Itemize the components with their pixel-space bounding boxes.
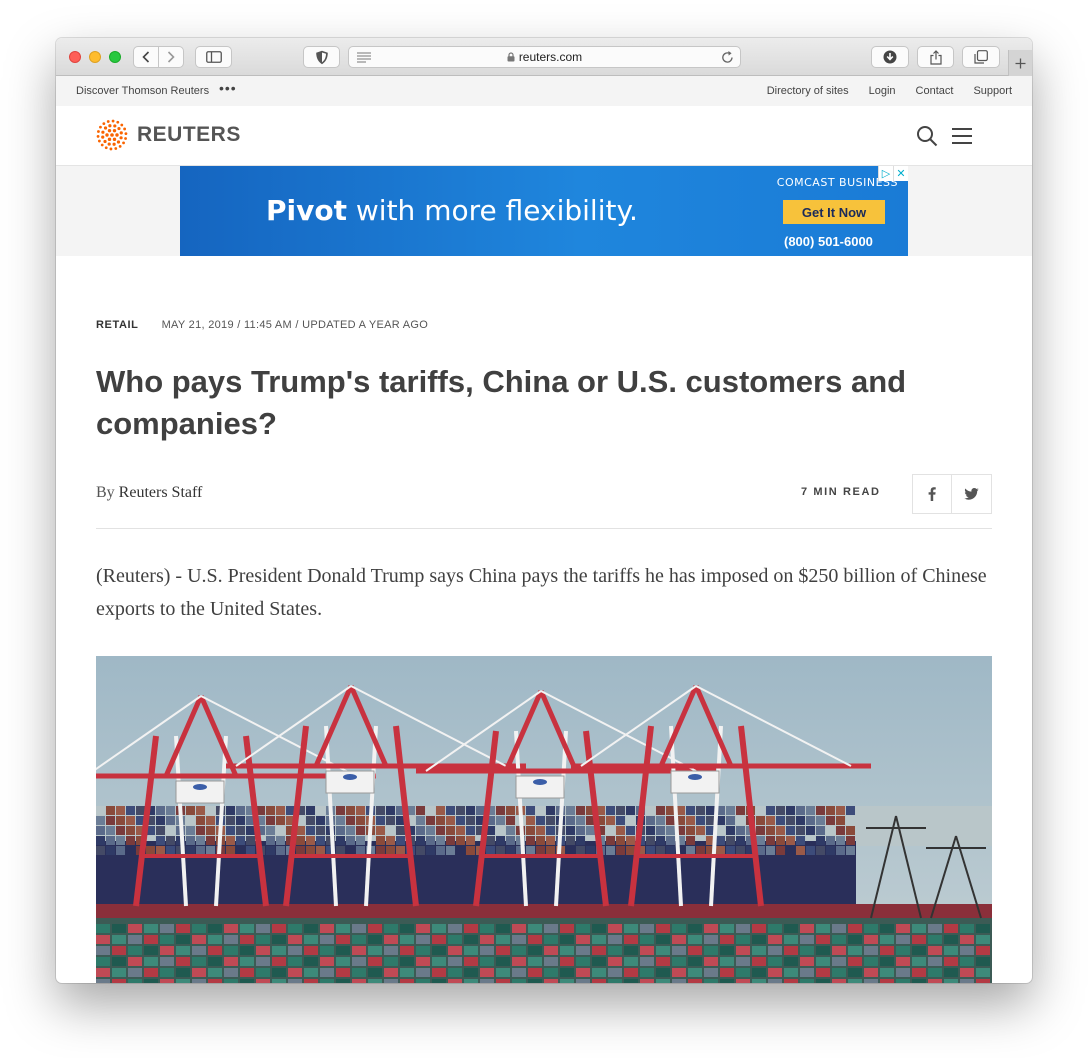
support-link[interactable]: Support	[973, 85, 1012, 97]
byline-divider	[96, 528, 992, 529]
privacy-report-button[interactable]	[303, 46, 340, 68]
menu-icon[interactable]	[952, 128, 972, 144]
article-date: MAY 21, 2019 / 11:45 AM / UPDATED A YEAR…	[161, 319, 429, 331]
byline-prefix: By	[96, 484, 119, 501]
back-button[interactable]	[133, 46, 159, 68]
byline: By Reuters Staff	[96, 484, 202, 502]
ad-zone: Pivot with more flexibility. COMCAST BUS…	[56, 166, 1032, 256]
article-lede: (Reuters) - U.S. President Donald Trump …	[96, 565, 987, 620]
twitter-icon	[964, 488, 979, 500]
new-tab-button[interactable]	[1008, 50, 1032, 76]
login-link[interactable]: Login	[869, 85, 896, 97]
back-icon	[142, 51, 150, 63]
discover-thomson-reuters-link[interactable]: Discover Thomson Reuters	[76, 85, 209, 97]
plus-icon	[1015, 58, 1026, 68]
article-meta: RETAIL MAY 21, 2019 / 11:45 AM / UPDATED…	[96, 319, 428, 331]
forward-icon	[167, 51, 175, 63]
article-headline: Who pays Trump's tariffs, China or U.S. …	[96, 364, 907, 441]
url-text: reuters.com	[518, 50, 583, 64]
sidebar-button[interactable]	[195, 46, 232, 68]
zoom-window-button[interactable]	[109, 51, 121, 63]
address-bar[interactable]: reuters.com	[348, 46, 741, 68]
ad-close-icon[interactable]: ✕	[893, 166, 908, 181]
reuters-logo-icon	[96, 119, 128, 151]
downloads-button[interactable]	[871, 46, 909, 68]
ad-headline: Pivot with more flexibility.	[266, 194, 638, 227]
privacy-shield-icon	[315, 50, 328, 64]
search-icon[interactable]	[916, 125, 938, 147]
facebook-icon	[928, 487, 936, 501]
share-button[interactable]	[917, 46, 954, 68]
browser-window: reuters.com Discover Thomson Reuters •••…	[56, 38, 1032, 983]
article-photo[interactable]	[96, 656, 992, 983]
reload-icon[interactable]	[721, 50, 734, 64]
section-label[interactable]: RETAIL	[96, 319, 139, 331]
reuters-logo[interactable]: REUTERS	[95, 118, 241, 152]
ad-headline-bold: Pivot	[266, 194, 347, 227]
tabs-icon	[974, 50, 988, 64]
facebook-share-button[interactable]	[912, 474, 952, 514]
ad-headline-rest: with more flexibility.	[347, 194, 638, 227]
close-window-button[interactable]	[69, 51, 81, 63]
browser-toolbar: reuters.com	[56, 38, 1032, 76]
show-tabs-button[interactable]	[962, 46, 1000, 68]
container-port-cranes-photo	[96, 656, 992, 983]
directory-of-sites-link[interactable]: Directory of sites	[767, 85, 849, 97]
utility-links: Directory of sites Login Contact Support	[767, 85, 1012, 97]
site-header: REUTERS	[56, 106, 1032, 166]
twitter-share-button[interactable]	[952, 474, 992, 514]
contact-link[interactable]: Contact	[916, 85, 954, 97]
adchoices-icon[interactable]: ▷	[878, 166, 893, 181]
ad-phone-number: (800) 501-6000	[784, 234, 873, 249]
comcast-ad-banner[interactable]: Pivot with more flexibility. COMCAST BUS…	[180, 166, 908, 256]
sidebar-icon	[205, 51, 222, 63]
share-buttons	[912, 474, 992, 514]
lock-icon	[507, 52, 515, 62]
more-icon[interactable]: •••	[219, 80, 237, 96]
ad-choices: ▷ ✕	[878, 166, 908, 181]
url-display: reuters.com	[349, 50, 740, 64]
author-name[interactable]: Reuters Staff	[119, 484, 203, 501]
brand-name: REUTERS	[137, 123, 241, 146]
minimize-window-button[interactable]	[89, 51, 101, 63]
forward-button[interactable]	[158, 46, 184, 68]
download-icon	[883, 50, 897, 64]
utility-bar: Discover Thomson Reuters ••• Directory o…	[56, 76, 1032, 106]
ad-get-it-now-button[interactable]: Get It Now	[783, 200, 885, 224]
read-time: 7 MIN READ	[801, 486, 881, 498]
share-icon	[929, 49, 942, 65]
